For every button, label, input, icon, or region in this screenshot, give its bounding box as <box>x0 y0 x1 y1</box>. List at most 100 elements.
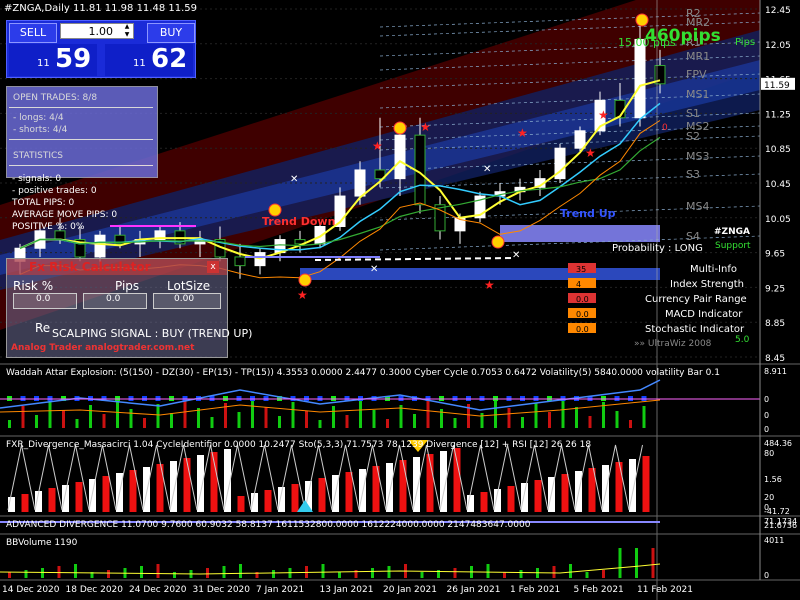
fxr-bar <box>642 456 650 512</box>
waddah-bar <box>359 401 362 428</box>
waddah-bar <box>561 398 565 428</box>
cross-marker-icon: ✕ <box>512 250 520 261</box>
positive-trades-text: - positive trades: 0 <box>12 186 97 196</box>
volume-bar <box>338 572 341 578</box>
level-label-S3: S3 <box>686 168 700 181</box>
price-tick-label: 12.05 <box>765 41 791 51</box>
fxr-bar <box>291 484 299 512</box>
total-pips-text: TOTAL PIPS: 0 <box>12 198 75 208</box>
volume-bar <box>651 548 655 578</box>
lot-down-icon[interactable]: ▼ <box>121 31 133 39</box>
trend-down-text: Trend Down <box>262 215 336 228</box>
level-label-MS1: MS1 <box>686 88 709 101</box>
fxr-bar <box>345 472 353 512</box>
shorts-text: - shorts: 4/4 <box>13 125 68 135</box>
waddah-bar <box>453 418 457 428</box>
time-tick-label: 26 Jan 2021 <box>447 585 501 595</box>
ask-price[interactable]: 11 62 <box>105 44 193 76</box>
time-tick-label: 13 Jan 2021 <box>320 585 374 595</box>
signal-star-icon: ★ <box>372 139 383 153</box>
signal-star-icon: ★ <box>484 278 495 292</box>
fxr-bar <box>615 462 623 512</box>
volume-bar <box>156 564 160 578</box>
cross-marker-icon: ✕ <box>290 174 298 185</box>
fxr-bar <box>521 483 528 512</box>
ask-price-small: 11 <box>133 58 146 69</box>
risk-pct-input[interactable]: 0.0 <box>13 293 77 309</box>
time-tick-label: 1 Feb 2021 <box>510 585 560 595</box>
legend-swatch <box>568 278 596 288</box>
cross-marker-icon: ✕ <box>483 164 491 175</box>
lot-up-icon[interactable]: ▲ <box>121 23 133 31</box>
bid-price[interactable]: 11 59 <box>9 44 97 76</box>
stochastic-text: Stochastic Indicator <box>645 324 745 335</box>
waddah-bar <box>129 409 133 428</box>
volume-bar <box>74 564 77 578</box>
waddah-bar <box>386 419 389 428</box>
fxr-bar <box>318 478 326 512</box>
fxr-tick-label: 20 <box>764 493 774 502</box>
buy-button[interactable]: BUY <box>147 23 195 43</box>
price-tick-label: 8.85 <box>765 319 785 329</box>
time-tick-label: 11 Feb 2021 <box>637 585 693 595</box>
volume-bar <box>618 548 622 578</box>
volume-bar <box>552 566 556 578</box>
waddah-bar <box>548 412 551 428</box>
waddah-bar <box>116 400 119 428</box>
lot-size-output[interactable]: 0.00 <box>153 293 221 309</box>
sell-button[interactable]: SELL <box>9 23 57 43</box>
signal-star-icon: ★ <box>297 288 308 302</box>
fxr-bar <box>62 485 69 512</box>
waddah-bar <box>143 418 146 428</box>
level-label-MS4: MS4 <box>686 200 709 213</box>
fxr-label: FXR_Divergence_Massacirci 1.04 CycleIden… <box>6 440 592 450</box>
volume-bar <box>453 568 457 578</box>
fxr-tick-label: 484.36 <box>764 439 792 448</box>
volume-bar <box>635 548 638 578</box>
volume-bar <box>569 564 572 578</box>
positive-pct-text: POSITIVE %: 0% <box>12 222 85 232</box>
adv-divergence-label: ADVANCED DIVERGENCE 11.0700 9.7600 60.90… <box>6 520 531 530</box>
volume-bar <box>140 566 143 578</box>
fxr-bar <box>75 482 83 512</box>
probability-bar <box>500 225 660 242</box>
close-icon[interactable]: x <box>207 261 219 273</box>
fxr-tick-label: -41.72 <box>764 507 790 516</box>
currency-pair-range-text: Currency Pair Range <box>645 294 747 305</box>
price-tick-label: 9.25 <box>765 284 785 294</box>
volume-bar <box>602 570 605 578</box>
waddah-bar <box>372 410 376 428</box>
waddah-bar <box>170 413 173 428</box>
price-tick-label: 10.45 <box>765 180 791 190</box>
waddah-bar <box>264 407 268 428</box>
pips-input[interactable]: 0.0 <box>83 293 147 309</box>
bid-price-small: 11 <box>37 58 50 69</box>
waddah-bar <box>102 414 106 428</box>
waddah-bar <box>278 416 281 428</box>
volume-bar <box>41 568 44 578</box>
price-tick-label: 10.85 <box>765 145 791 155</box>
waddah-bar <box>588 416 592 428</box>
time-tick-label: 24 Dec 2020 <box>129 585 187 595</box>
price-tick-label: 9.65 <box>765 250 785 260</box>
level-label-FPV: FPV <box>686 68 707 81</box>
legend-value: 0.0 <box>576 295 589 304</box>
close-button-label: x <box>210 262 216 272</box>
fxr-bar <box>507 486 515 512</box>
volume-bar <box>57 566 61 578</box>
legend-value: 0.0 <box>576 310 589 319</box>
price-tick-label: 10.05 <box>765 215 791 225</box>
volume-bar <box>387 566 391 578</box>
ultrawiz-text: »» UltraWiz 2008 <box>634 339 712 349</box>
signal-star-icon: ★ <box>517 126 528 140</box>
legend-value: 35 <box>576 265 586 274</box>
trade-statistics-panel: OPEN TRADES: 8/8 - longs: 4/4 - shorts: … <box>6 86 158 178</box>
level-label-S4: S4 <box>686 230 700 243</box>
signal-star-icon: ★ <box>585 146 596 160</box>
fxr-bar <box>453 448 461 512</box>
waddah-bar <box>8 420 11 428</box>
risk-calculator-panel: Fx Risk Calculator x Risk % Pips LotSize… <box>6 258 228 358</box>
waddah-bar <box>345 415 349 428</box>
trend-up-text: Trend Up <box>560 207 616 220</box>
volume-bar <box>420 572 424 578</box>
